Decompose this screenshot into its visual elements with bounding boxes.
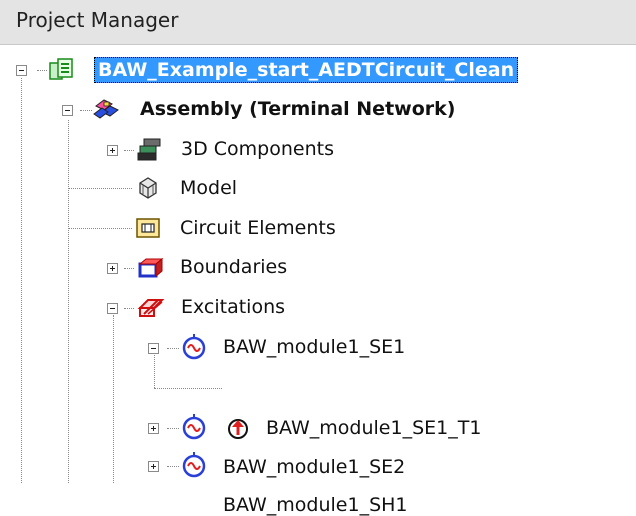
- tree-connector: [68, 188, 132, 189]
- expand-toggle-boundaries[interactable]: [107, 263, 118, 274]
- port-icon: [179, 333, 209, 365]
- project-icon: [48, 57, 74, 87]
- tree-connector: [154, 353, 155, 388]
- 3d-components-icon: [136, 136, 164, 166]
- terminal-icon: [224, 415, 252, 447]
- assembly-icon: [92, 96, 120, 126]
- tree-connector: [68, 228, 132, 229]
- tree-label-se2[interactable]: BAW_module1_SE2: [223, 456, 405, 478]
- tree-connector: [167, 428, 179, 429]
- tree-label-sh1[interactable]: BAW_module1_SH1: [223, 494, 408, 516]
- tree-label-model[interactable]: Model: [180, 177, 237, 199]
- tree-label-se1-t1[interactable]: BAW_module1_SE1_T1: [266, 417, 481, 439]
- tree-label-assembly[interactable]: Assembly (Terminal Network): [140, 98, 455, 120]
- collapse-toggle-se1[interactable]: [148, 343, 159, 354]
- port-icon: [179, 413, 209, 445]
- tree-label-se1[interactable]: BAW_module1_SE1: [223, 336, 405, 358]
- tree-connector: [113, 315, 114, 483]
- tree-connector: [80, 110, 92, 111]
- collapse-toggle-excitations[interactable]: [107, 303, 118, 314]
- project-tree[interactable]: BAW_Example_start_AEDTCircuit_Clean Asse…: [0, 45, 636, 516]
- expand-toggle-se2[interactable]: [148, 423, 159, 434]
- tree-connector: [167, 466, 179, 467]
- panel-title: Project Manager: [16, 8, 179, 32]
- circuit-elements-icon: [134, 215, 162, 245]
- tree-label-boundaries[interactable]: Boundaries: [180, 256, 287, 278]
- collapse-toggle-project[interactable]: [16, 65, 27, 76]
- project-manager-titlebar: Project Manager: [0, 0, 636, 45]
- tree-connector: [124, 268, 134, 269]
- tree-connector: [21, 78, 22, 483]
- collapse-toggle-assembly[interactable]: [62, 105, 73, 116]
- expand-toggle-sh1[interactable]: [148, 461, 159, 472]
- tree-label-excitations[interactable]: Excitations: [181, 296, 285, 318]
- tree-label-circuit-elements[interactable]: Circuit Elements: [180, 217, 336, 239]
- expand-toggle-3d-components[interactable]: [107, 145, 118, 156]
- model-icon: [134, 175, 162, 205]
- boundaries-icon: [136, 255, 164, 285]
- excitations-icon: [136, 294, 166, 324]
- tree-connector: [37, 70, 47, 71]
- tree-connector: [167, 348, 179, 349]
- tree-label-3d-components[interactable]: 3D Components: [181, 138, 334, 160]
- tree-label-project[interactable]: BAW_Example_start_AEDTCircuit_Clean: [94, 57, 519, 83]
- tree-connector: [68, 120, 69, 483]
- tree-connector: [154, 388, 222, 389]
- tree-connector: [124, 308, 134, 309]
- tree-connector: [124, 150, 134, 151]
- port-icon: [179, 451, 209, 483]
